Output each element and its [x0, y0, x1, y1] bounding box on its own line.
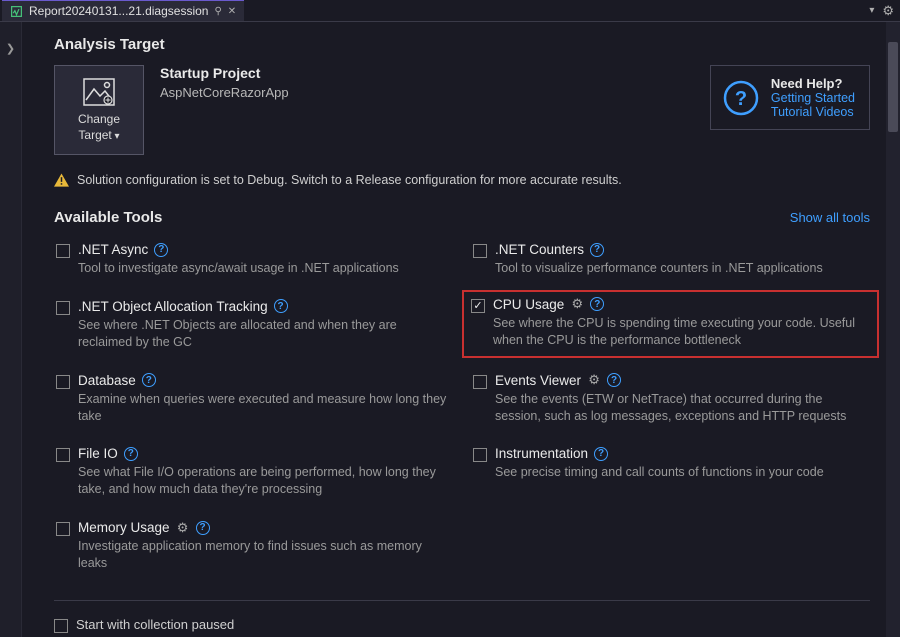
link-tutorial-videos[interactable]: Tutorial Videos [771, 105, 855, 119]
checkbox-database[interactable] [56, 375, 70, 389]
target-picture-icon [83, 78, 115, 106]
svg-text:?: ? [735, 88, 747, 110]
available-tools-heading: Available Tools [54, 209, 162, 226]
tab-bar: Report20240131...21.diagsession ⚲ ✕ ▾ ⚙ [0, 0, 900, 22]
checkbox-file-io[interactable] [56, 448, 70, 462]
tool-desc-instrumentation: See precise timing and call counts of fu… [495, 464, 868, 481]
tool-title-instrumentation: Instrumentation [495, 446, 588, 461]
checkbox-events-viewer[interactable] [473, 375, 487, 389]
info-icon[interactable] [154, 243, 168, 257]
startup-project-name: AspNetCoreRazorApp [160, 85, 289, 100]
tool-desc-events-viewer: See the events (ETW or NetTrace) that oc… [495, 391, 868, 425]
warning-icon [54, 173, 69, 187]
startup-project-title: Startup Project [160, 65, 289, 81]
left-gutter: ❯ [0, 22, 22, 637]
tool-desc-net-counters: Tool to visualize performance counters i… [495, 260, 868, 277]
tool-net-counters: .NET Counters Tool to visualize performa… [471, 240, 870, 279]
config-warning: Solution configuration is set to Debug. … [54, 173, 870, 187]
tool-title-database: Database [78, 373, 136, 388]
checkbox-instrumentation[interactable] [473, 448, 487, 462]
tools-grid: .NET Async Tool to investigate async/awa… [54, 240, 870, 574]
tool-cpu-usage: CPU Usage See where the CPU is spending … [465, 293, 876, 355]
checkbox-memory-usage[interactable] [56, 522, 70, 536]
tab-diagsession[interactable]: Report20240131...21.diagsession ⚲ ✕ [2, 0, 244, 21]
change-target-line1: Change [78, 112, 120, 126]
warning-text: Solution configuration is set to Debug. … [77, 173, 622, 187]
help-question-icon: ? [723, 80, 759, 116]
pin-icon[interactable]: ⚲ [214, 6, 221, 17]
info-icon[interactable] [196, 521, 210, 535]
startup-project-info: Startup Project AspNetCoreRazorApp [160, 65, 289, 100]
analysis-target-heading: Analysis Target [54, 36, 870, 53]
window-dropdown-icon[interactable]: ▾ [869, 5, 874, 16]
divider [54, 600, 870, 601]
tool-desc-database: Examine when queries were executed and m… [78, 391, 451, 425]
info-icon[interactable] [590, 243, 604, 257]
tool-database: Database Examine when queries were execu… [54, 371, 453, 427]
scrollbar-track[interactable] [886, 22, 900, 637]
start-paused-row: Start with collection paused [54, 617, 870, 633]
tool-title-memory-usage: Memory Usage [78, 520, 170, 535]
info-icon[interactable] [607, 373, 621, 387]
tool-title-file-io: File IO [78, 446, 118, 461]
tab-title: Report20240131...21.diagsession [29, 4, 208, 18]
settings-gear-icon[interactable]: ⚙ [882, 3, 894, 19]
checkbox-start-paused[interactable] [54, 619, 68, 633]
tool-title-net-obj-alloc: .NET Object Allocation Tracking [78, 299, 268, 314]
tool-memory-usage: Memory Usage Investigate application mem… [54, 518, 453, 574]
checkbox-net-counters[interactable] [473, 244, 487, 258]
tool-file-io: File IO See what File I/O operations are… [54, 444, 453, 500]
tool-net-async: .NET Async Tool to investigate async/awa… [54, 240, 453, 279]
gear-icon[interactable] [587, 373, 601, 387]
change-target-line2: Target [78, 128, 119, 142]
main-content: Analysis Target Change Target Startup Pr… [22, 22, 900, 637]
tool-desc-cpu-usage: See where the CPU is spending time execu… [493, 315, 870, 349]
help-box: ? Need Help? Getting Started Tutorial Vi… [710, 65, 870, 130]
info-icon[interactable] [124, 447, 138, 461]
tool-title-cpu-usage: CPU Usage [493, 297, 564, 312]
checkbox-cpu-usage[interactable] [471, 299, 485, 313]
tool-desc-net-async: Tool to investigate async/await usage in… [78, 260, 451, 277]
scrollbar-thumb[interactable] [888, 42, 898, 132]
info-icon[interactable] [274, 299, 288, 313]
checkbox-net-async[interactable] [56, 244, 70, 258]
help-title: Need Help? [771, 76, 855, 91]
tool-desc-file-io: See what File I/O operations are being p… [78, 464, 451, 498]
link-show-all-tools[interactable]: Show all tools [790, 210, 870, 225]
diag-file-icon [10, 5, 23, 18]
info-icon[interactable] [590, 297, 604, 311]
link-getting-started[interactable]: Getting Started [771, 91, 855, 105]
tool-title-net-counters: .NET Counters [495, 242, 584, 257]
start-paused-label: Start with collection paused [76, 617, 234, 632]
tool-desc-memory-usage: Investigate application memory to find i… [78, 538, 451, 572]
tool-title-net-async: .NET Async [78, 242, 148, 257]
gear-icon[interactable] [176, 521, 190, 535]
tool-desc-net-obj-alloc: See where .NET Objects are allocated and… [78, 317, 451, 351]
tool-net-obj-alloc: .NET Object Allocation Tracking See wher… [54, 297, 453, 353]
expand-chevron-icon[interactable]: ❯ [6, 42, 15, 637]
checkbox-net-obj-alloc[interactable] [56, 301, 70, 315]
tool-title-events-viewer: Events Viewer [495, 373, 581, 388]
info-icon[interactable] [142, 373, 156, 387]
gear-icon[interactable] [570, 297, 584, 311]
close-icon[interactable]: ✕ [228, 6, 236, 17]
tool-events-viewer: Events Viewer See the events (ETW or Net… [471, 371, 870, 427]
info-icon[interactable] [594, 447, 608, 461]
change-target-button[interactable]: Change Target [54, 65, 144, 155]
tool-instrumentation: Instrumentation See precise timing and c… [471, 444, 870, 500]
